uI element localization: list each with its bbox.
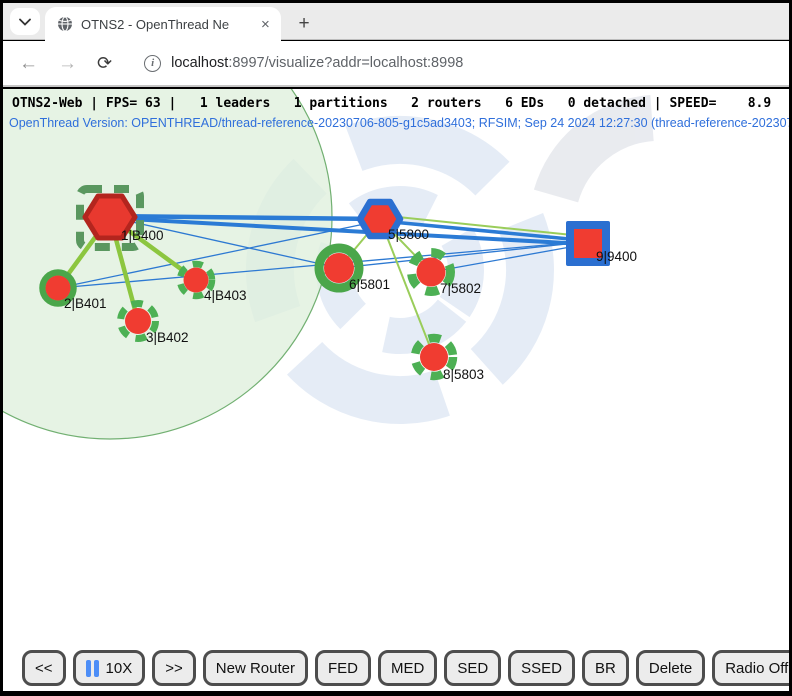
node-label: 7|5802 <box>440 281 481 296</box>
ssed-button[interactable]: SSED <box>508 650 575 686</box>
browser-window: OTNS2 - OpenThread Ne × + ← → ⟳ i localh… <box>0 0 792 696</box>
simulation-canvas[interactable]: 1|B400 2|B401 3|B402 4|B403 5|5800 6|580… <box>3 89 789 691</box>
url-text[interactable]: localhost:8997/visualize?addr=localhost:… <box>171 55 463 71</box>
simulation-toolbar: << 10X >> New Router FED MED SED SSED BR… <box>22 650 789 686</box>
status-line: OTNS2-Web | FPS= 63 | 1 leaders 1 partit… <box>12 96 771 111</box>
node-label: 8|5803 <box>443 367 484 382</box>
forward-icon[interactable]: → <box>48 54 87 73</box>
tab-close-icon[interactable]: × <box>257 15 274 34</box>
tab-strip: OTNS2 - OpenThread Ne × + <box>3 3 789 40</box>
address-bar: ← → ⟳ i localhost:8997/visualize?addr=lo… <box>3 41 789 87</box>
med-button[interactable]: MED <box>378 650 437 686</box>
tab-search-button[interactable] <box>10 8 40 35</box>
browser-tab[interactable]: OTNS2 - OpenThread Ne × <box>45 7 281 41</box>
chevron-down-icon <box>19 18 31 26</box>
br-button[interactable]: BR <box>582 650 629 686</box>
node-label: 5|5800 <box>388 227 429 242</box>
new-router-button[interactable]: New Router <box>203 650 308 686</box>
radio-range-circle <box>3 89 332 439</box>
node-label: 2|B401 <box>64 296 107 311</box>
node-label: 4|B403 <box>204 288 247 303</box>
speed-down-button[interactable]: << <box>22 650 66 686</box>
reload-icon[interactable]: ⟳ <box>87 54 122 72</box>
new-tab-button[interactable]: + <box>291 10 317 36</box>
node-label: 6|5801 <box>349 277 390 292</box>
delete-button[interactable]: Delete <box>636 650 705 686</box>
page-info-icon[interactable]: i <box>144 55 161 72</box>
tab-title: OTNS2 - OpenThread Ne <box>81 17 251 32</box>
speed-up-button[interactable]: >> <box>152 650 196 686</box>
pause-icon <box>86 660 99 677</box>
fed-button[interactable]: FED <box>315 650 371 686</box>
back-icon[interactable]: ← <box>9 54 48 73</box>
sed-button[interactable]: SED <box>444 650 501 686</box>
node-label: 3|B402 <box>146 330 189 345</box>
node-label: 9|9400 <box>596 249 637 264</box>
globe-icon <box>57 16 73 32</box>
network-graph <box>3 89 789 691</box>
url-path: :8997/visualize?addr=localhost:8998 <box>228 55 463 71</box>
node-label: 1|B400 <box>121 228 164 243</box>
url-host: localhost <box>171 55 228 71</box>
pause-speed-button[interactable]: 10X <box>73 650 146 686</box>
radio-off-button[interactable]: Radio Off <box>712 650 789 686</box>
version-line: OpenThread Version: OPENTHREAD/thread-re… <box>9 116 789 130</box>
